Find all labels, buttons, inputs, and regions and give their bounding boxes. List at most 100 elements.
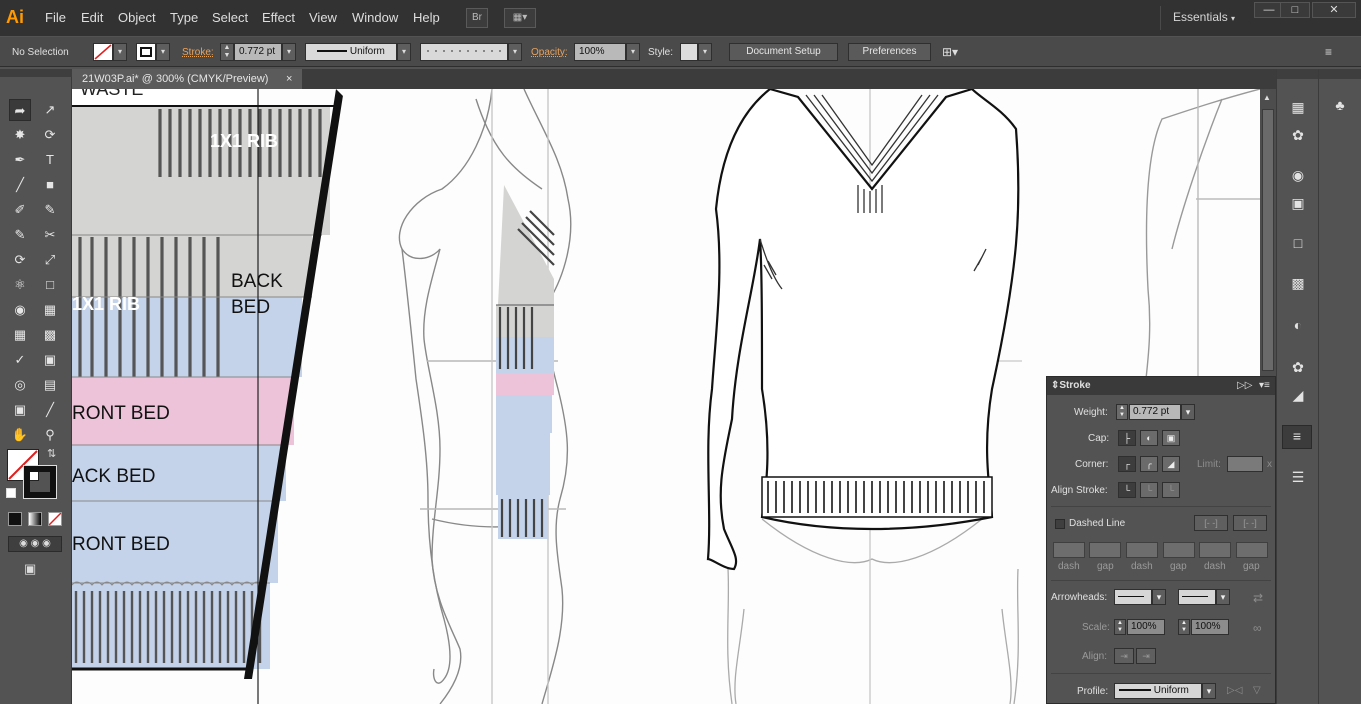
stroke-weight-dropdown[interactable]: ▾ bbox=[282, 43, 296, 61]
lasso-tool-icon[interactable]: ⟳ bbox=[39, 124, 61, 146]
scroll-up-icon[interactable]: ▲ bbox=[1263, 93, 1271, 102]
selection-tool-icon[interactable]: ➦ bbox=[9, 99, 31, 121]
panel-menu-icon[interactable]: ≡ bbox=[1325, 45, 1332, 59]
menu-window[interactable]: Window bbox=[352, 10, 398, 25]
column-graph-tool-icon[interactable]: ▤ bbox=[39, 374, 61, 396]
preferences-button[interactable]: Preferences bbox=[848, 43, 931, 61]
graphic-styles-icon[interactable]: ◢ bbox=[1288, 385, 1308, 405]
color-guide-icon[interactable]: ▦ bbox=[1288, 97, 1308, 117]
workspace-switcher[interactable]: Essentials ▾ bbox=[1173, 10, 1235, 24]
fill-swatch[interactable] bbox=[93, 43, 113, 61]
preserve-dash-icon[interactable]: [- -] bbox=[1194, 515, 1228, 531]
gradient-icon[interactable]: ▩ bbox=[1288, 273, 1308, 293]
export-icon[interactable]: ▣ bbox=[1288, 193, 1308, 213]
eyedropper-tool-icon[interactable]: ✓ bbox=[9, 349, 31, 371]
dash-3-input[interactable] bbox=[1199, 542, 1231, 558]
transparency-icon[interactable]: ◐ bbox=[1288, 315, 1308, 335]
brush-dropdown[interactable]: ▾ bbox=[508, 43, 522, 61]
gap-1-input[interactable] bbox=[1089, 542, 1121, 558]
stroke-panel-tab[interactable]: ⇕Stroke bbox=[1051, 380, 1091, 391]
bridge-button[interactable]: Br bbox=[466, 8, 488, 28]
arrange-documents-button[interactable]: ▦▾ bbox=[504, 8, 536, 28]
end-arrowhead-select[interactable] bbox=[1178, 589, 1216, 605]
close-window-button[interactable]: ✕ bbox=[1312, 2, 1356, 18]
gap-2-input[interactable] bbox=[1163, 542, 1195, 558]
menu-file[interactable]: File bbox=[45, 10, 66, 25]
paintbrush-tool-icon[interactable]: ✐ bbox=[9, 199, 31, 221]
arrow-place-icon[interactable]: ⇥ bbox=[1136, 648, 1156, 664]
appearance-icon[interactable]: ✿ bbox=[1288, 357, 1308, 377]
symbols-icon[interactable]: ◉ bbox=[1288, 165, 1308, 185]
weight-stepper[interactable]: ▲ ▼ bbox=[1116, 404, 1128, 420]
stroke-swatch-dropdown[interactable]: ▾ bbox=[156, 43, 170, 61]
menu-type[interactable]: Type bbox=[170, 10, 198, 25]
brush-definition[interactable] bbox=[420, 43, 508, 61]
scale-end-stepper[interactable]: ▲ ▼ bbox=[1178, 619, 1190, 635]
slice-tool-icon[interactable]: ╱ bbox=[39, 399, 61, 421]
profile-select-dropdown[interactable]: ▾ bbox=[1202, 683, 1216, 699]
color-mode-icon[interactable] bbox=[8, 512, 22, 526]
menu-edit[interactable]: Edit bbox=[81, 10, 103, 25]
profile-dropdown[interactable]: ▾ bbox=[397, 43, 411, 61]
none-mode-icon[interactable] bbox=[48, 512, 62, 526]
align-center-icon[interactable]: └ bbox=[1118, 482, 1136, 498]
panel-options-icon[interactable]: ▾≡ bbox=[1259, 380, 1270, 391]
blend-tool-icon[interactable]: ▣ bbox=[39, 349, 61, 371]
close-tab-icon[interactable]: × bbox=[286, 69, 292, 89]
swap-arrowheads-icon[interactable]: ⇄ bbox=[1253, 591, 1263, 605]
arrow-extend-icon[interactable]: ⇥ bbox=[1114, 648, 1134, 664]
menu-effect[interactable]: Effect bbox=[262, 10, 295, 25]
graphic-style-swatch[interactable] bbox=[680, 43, 698, 61]
butt-cap-icon[interactable]: ├ bbox=[1118, 430, 1136, 446]
scroll-thumb[interactable] bbox=[1262, 109, 1274, 371]
round-cap-icon[interactable]: ◐ bbox=[1140, 430, 1158, 446]
stroke-panel-icon[interactable]: ≡ bbox=[1282, 425, 1312, 449]
variable-width-profile[interactable]: Uniform bbox=[305, 43, 397, 61]
opacity-dropdown[interactable]: ▾ bbox=[626, 43, 640, 61]
gradient-mode-icon[interactable] bbox=[28, 512, 42, 526]
symbol-sprayer-tool-icon[interactable]: ◎ bbox=[9, 374, 31, 396]
stroke-swatch[interactable] bbox=[136, 43, 156, 61]
miter-join-icon[interactable]: ┌ bbox=[1118, 456, 1136, 472]
rectangle-tool-icon[interactable]: ■ bbox=[39, 174, 61, 196]
stroke-panel-header[interactable]: ⇕Stroke ▷▷ ▾≡ bbox=[1047, 377, 1275, 395]
brushes-icon[interactable]: ✿ bbox=[1288, 125, 1308, 145]
shape-builder-tool-icon[interactable]: ◉ bbox=[9, 299, 31, 321]
scale-tool-icon[interactable]: ⤢ bbox=[39, 249, 61, 271]
gradient-tool-icon[interactable]: ▩ bbox=[39, 324, 61, 346]
scale-start-stepper[interactable]: ▲ ▼ bbox=[1114, 619, 1126, 635]
direct-selection-tool-icon[interactable]: ↗ bbox=[39, 99, 61, 121]
layers-icon[interactable]: ☰ bbox=[1288, 467, 1308, 487]
mesh-tool-icon[interactable]: ▦ bbox=[9, 324, 31, 346]
limit-input[interactable] bbox=[1227, 456, 1263, 472]
blob-brush-tool-icon[interactable]: ✎ bbox=[9, 224, 31, 246]
end-arrowhead-dropdown[interactable]: ▾ bbox=[1216, 589, 1230, 605]
perspective-grid-tool-icon[interactable]: ▦ bbox=[39, 299, 61, 321]
hand-tool-icon[interactable]: ✋ bbox=[9, 424, 31, 446]
transform-icon[interactable]: □ bbox=[1288, 233, 1308, 253]
profile-select[interactable]: Uniform bbox=[1114, 683, 1202, 699]
pencil-tool-icon[interactable]: ✎ bbox=[39, 199, 61, 221]
stroke-label[interactable]: Stroke: bbox=[182, 47, 214, 58]
link-scale-icon[interactable]: ∞ bbox=[1253, 621, 1262, 635]
line-tool-icon[interactable]: ╱ bbox=[9, 174, 31, 196]
zoom-tool-icon[interactable]: ⚲ bbox=[39, 424, 61, 446]
arrange-icon[interactable]: ⊞▾ bbox=[942, 45, 958, 59]
opacity-input[interactable]: 100% bbox=[574, 43, 626, 61]
document-setup-button[interactable]: Document Setup bbox=[729, 43, 838, 61]
maximize-button[interactable]: □ bbox=[1280, 2, 1310, 18]
stroke-stepper[interactable]: ▲ ▼ bbox=[220, 43, 234, 61]
stroke-weight-input[interactable]: 0.772 pt bbox=[234, 43, 282, 61]
dashed-line-checkbox[interactable] bbox=[1055, 519, 1065, 529]
dash-2-input[interactable] bbox=[1126, 542, 1158, 558]
screen-mode-icon[interactable]: ▣ bbox=[24, 561, 36, 577]
bevel-join-icon[interactable]: ◢ bbox=[1162, 456, 1180, 472]
weight-input[interactable]: 0.772 pt bbox=[1129, 404, 1181, 420]
document-tab[interactable]: 21W03P.ai* @ 300% (CMYK/Preview) × bbox=[72, 69, 302, 89]
scale-start-input[interactable]: 100% bbox=[1127, 619, 1165, 635]
swatches-icon[interactable]: ♣ bbox=[1330, 95, 1350, 115]
start-arrowhead-select[interactable] bbox=[1114, 589, 1152, 605]
align-inside-icon[interactable]: └ bbox=[1140, 482, 1158, 498]
scissors-tool-icon[interactable]: ✂ bbox=[39, 224, 61, 246]
menu-view[interactable]: View bbox=[309, 10, 337, 25]
